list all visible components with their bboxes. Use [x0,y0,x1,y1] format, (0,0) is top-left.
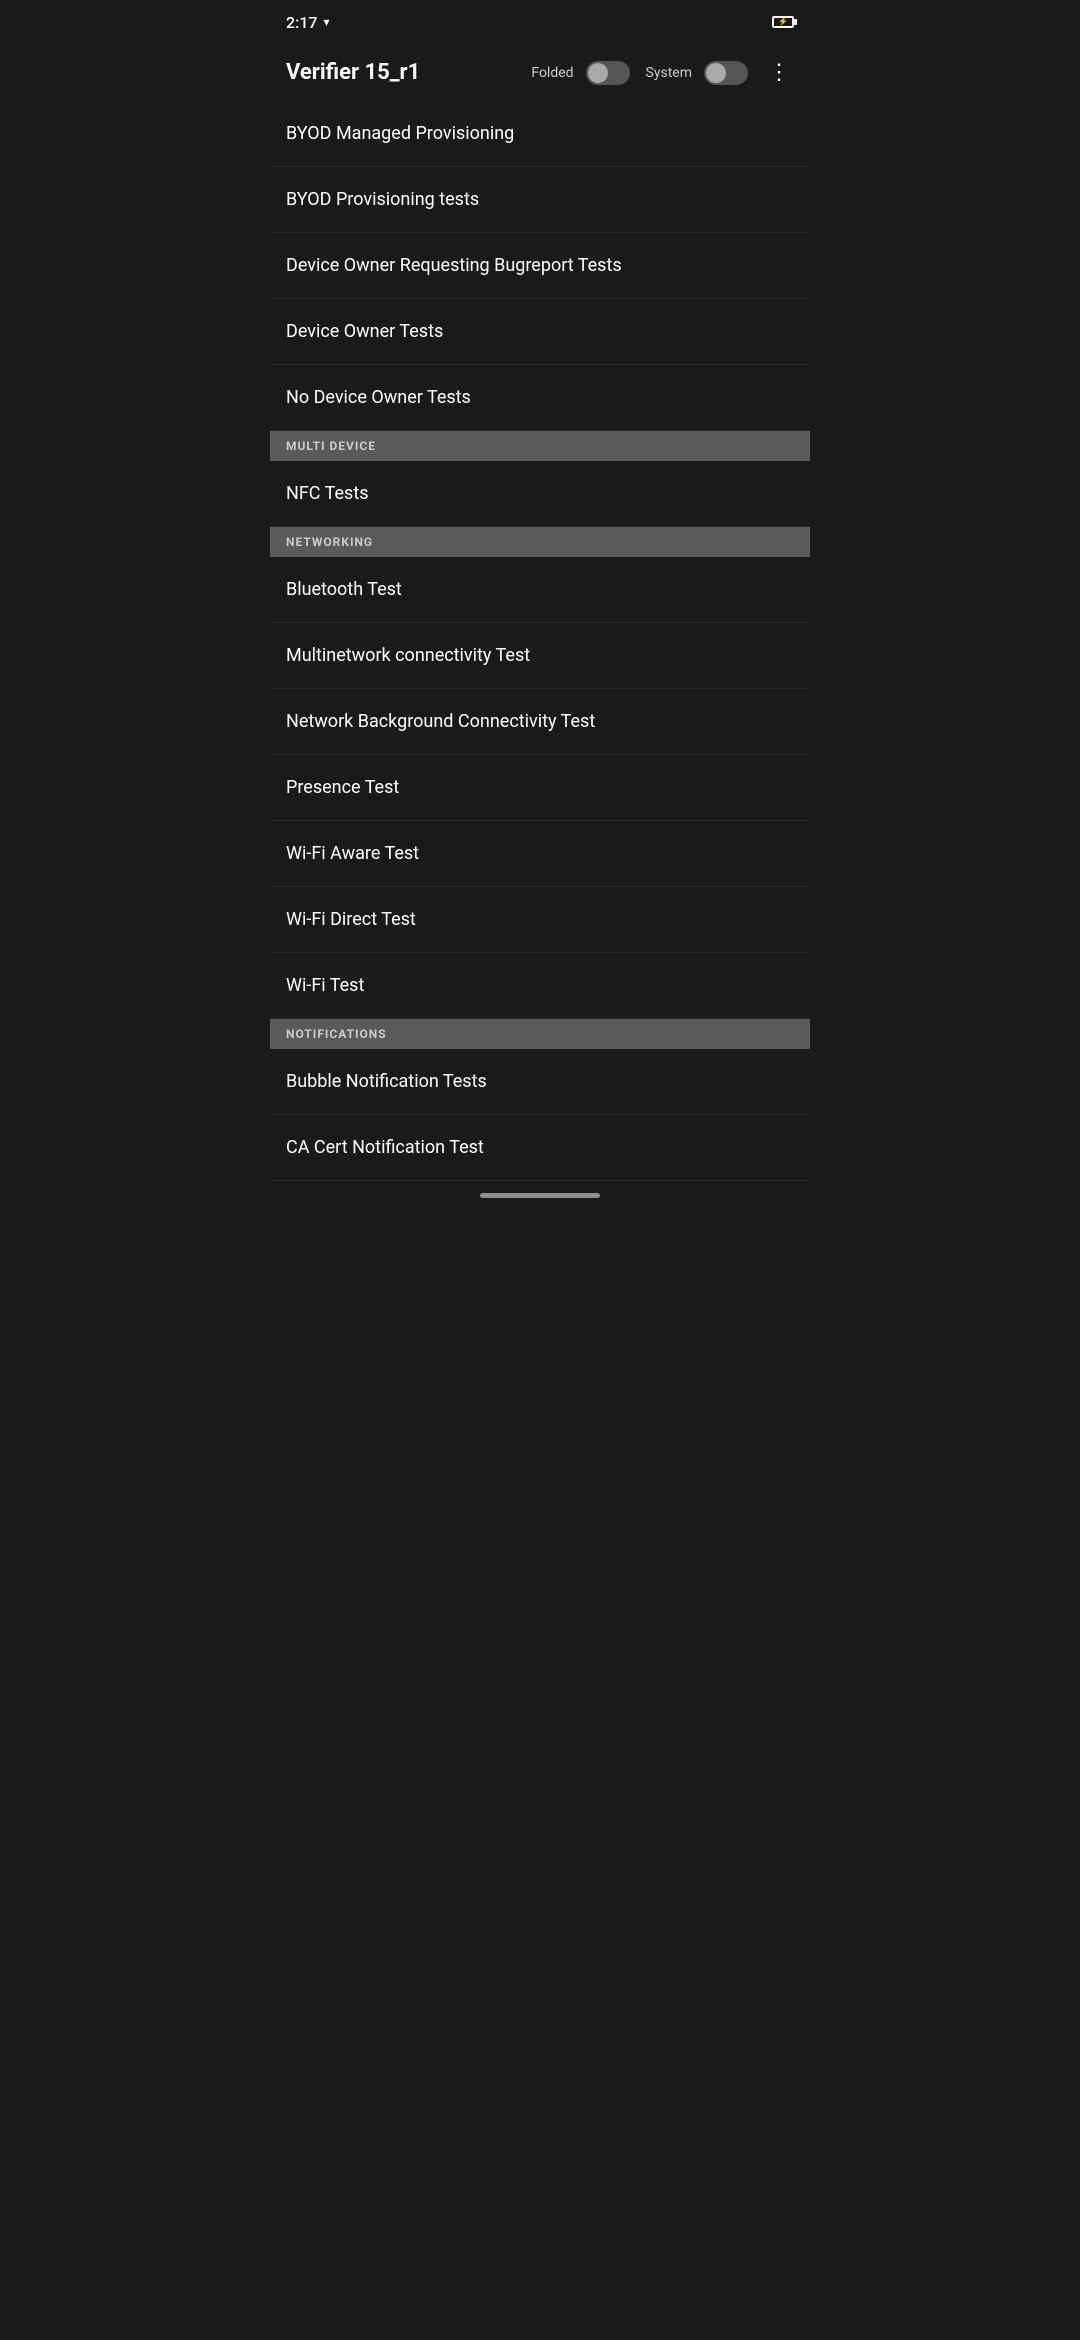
list-item-byod-provisioning[interactable]: BYOD Provisioning tests [270,167,810,233]
list-item-wifi-test[interactable]: Wi-Fi Test [270,953,810,1019]
list-item-nfc-tests[interactable]: NFC Tests [270,461,810,527]
more-options-icon[interactable]: ⋮ [764,56,794,89]
battery-icon: ⚡ [772,16,794,28]
wifi-signal-icon: ▾ [324,15,330,29]
battery-bolt: ⚡ [778,18,788,26]
list-item-no-device-owner[interactable]: No Device Owner Tests [270,365,810,431]
status-bar: 2:17 ▾ ⚡ [270,0,810,44]
list-item-bubble-notification[interactable]: Bubble Notification Tests [270,1049,810,1115]
home-indicator [480,1193,600,1198]
section-header-header-multi-device: MULTI DEVICE [270,431,810,461]
time-display: 2:17 [286,13,318,32]
list-item-wifi-direct-test[interactable]: Wi-Fi Direct Test [270,887,810,953]
list-item-byod-managed[interactable]: BYOD Managed Provisioning [270,101,810,167]
folded-toggle[interactable] [586,61,630,85]
section-header-header-notifications: NOTIFICATIONS [270,1019,810,1049]
list-item-bluetooth-test[interactable]: Bluetooth Test [270,557,810,623]
folded-toggle-group: Folded [531,61,629,85]
folded-label: Folded [531,65,573,81]
list-item-device-owner-bugreport[interactable]: Device Owner Requesting Bugreport Tests [270,233,810,299]
system-toggle-group: System [646,61,748,85]
section-header-header-networking: NETWORKING [270,527,810,557]
list-item-presence-test[interactable]: Presence Test [270,755,810,821]
status-bar-right: ⚡ [772,16,794,28]
list-item-wifi-aware-test[interactable]: Wi-Fi Aware Test [270,821,810,887]
list-item-device-owner[interactable]: Device Owner Tests [270,299,810,365]
list-item-multinetwork-test[interactable]: Multinetwork connectivity Test [270,623,810,689]
system-toggle[interactable] [704,61,748,85]
status-bar-left: 2:17 ▾ [286,13,330,32]
app-title: Verifier 15_r1 [286,60,515,85]
app-bar: Verifier 15_r1 Folded System ⋮ [270,44,810,101]
list-item-ca-cert-notification[interactable]: CA Cert Notification Test [270,1115,810,1181]
list-item-network-bg-connectivity[interactable]: Network Background Connectivity Test [270,689,810,755]
list-container: BYOD Managed ProvisioningBYOD Provisioni… [270,101,810,1181]
system-label: System [646,65,692,81]
